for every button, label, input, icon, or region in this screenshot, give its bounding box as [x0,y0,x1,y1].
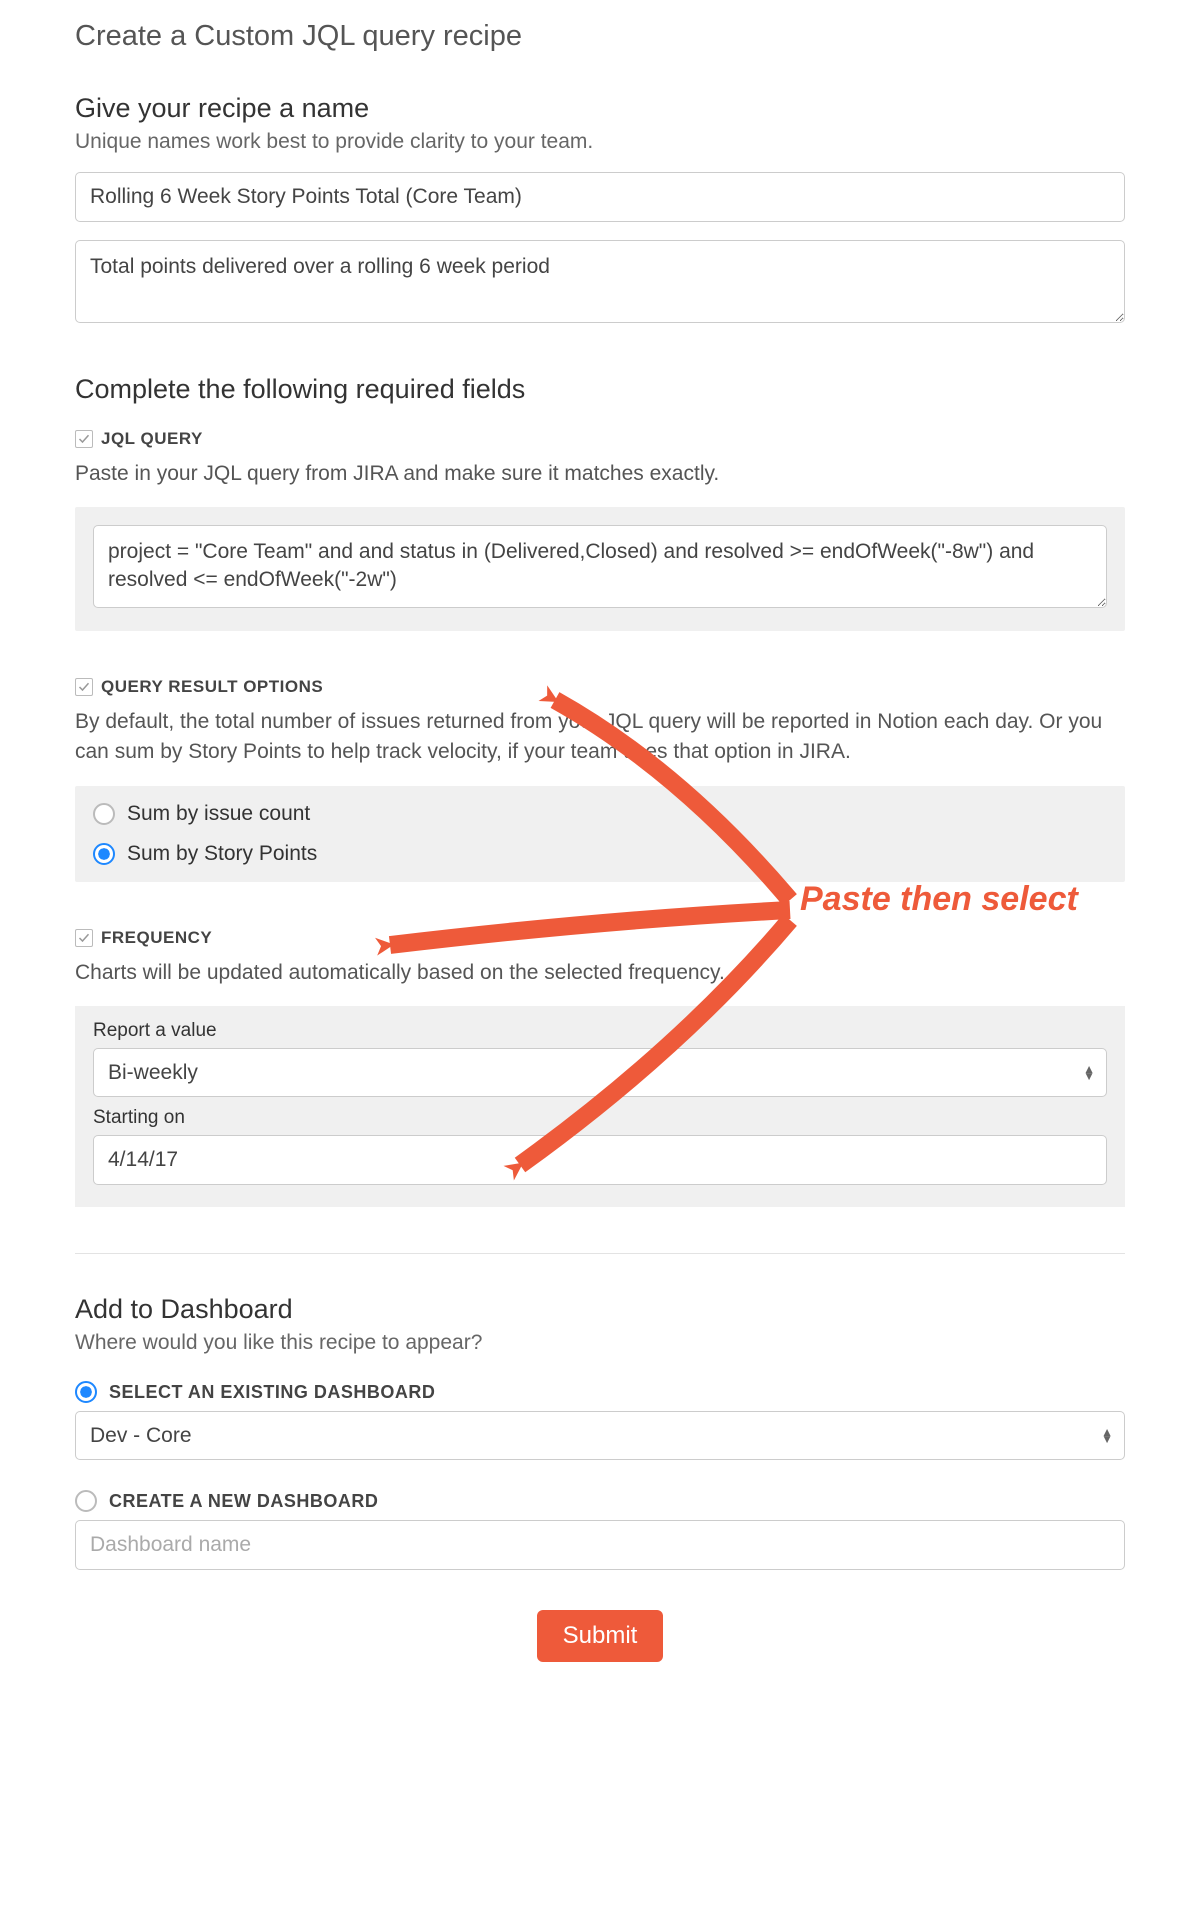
check-icon [75,929,93,947]
frequency-hint: Charts will be updated automatically bas… [75,958,1125,988]
radio-sum-issue-count[interactable]: Sum by issue count [93,794,1107,834]
radio-icon [93,843,115,865]
annotation-label: Paste then select [800,880,1078,919]
radio-label: CREATE A NEW DASHBOARD [109,1491,378,1512]
radio-sum-story-points[interactable]: Sum by Story Points [93,834,1107,874]
check-icon [75,678,93,696]
report-value-label: Report a value [93,1020,1107,1042]
starting-on-label: Starting on [93,1107,1107,1129]
jql-label: JQL QUERY [101,429,203,449]
name-heading: Give your recipe a name [75,93,1125,124]
new-dashboard-name-input[interactable] [75,1520,1125,1570]
required-heading: Complete the following required fields [75,374,1125,405]
radio-icon [75,1490,97,1512]
dashboard-hint: Where would you like this recipe to appe… [75,1331,1125,1355]
frequency-label: FREQUENCY [101,928,212,948]
result-options-hint: By default, the total number of issues r… [75,707,1125,768]
radio-existing-dashboard[interactable]: SELECT AN EXISTING DASHBOARD [75,1373,1125,1411]
recipe-description-input[interactable]: Total points delivered over a rolling 6 … [75,240,1125,323]
radio-icon [75,1381,97,1403]
radio-label: Sum by issue count [127,802,310,826]
dashboard-heading: Add to Dashboard [75,1294,1125,1325]
jql-query-input[interactable]: project = "Core Team" and and status in … [93,525,1107,608]
frequency-select[interactable]: Bi-weekly [93,1048,1107,1097]
check-icon [75,430,93,448]
existing-dashboard-select[interactable]: Dev - Core [75,1411,1125,1460]
jql-hint: Paste in your JQL query from JIRA and ma… [75,459,1125,489]
radio-icon [93,803,115,825]
radio-label: SELECT AN EXISTING DASHBOARD [109,1382,435,1403]
recipe-name-input[interactable] [75,172,1125,222]
result-options-label: QUERY RESULT OPTIONS [101,677,323,697]
divider [75,1253,1125,1254]
starting-date-input[interactable] [93,1135,1107,1185]
radio-label: Sum by Story Points [127,842,317,866]
submit-button[interactable]: Submit [537,1610,664,1662]
radio-new-dashboard[interactable]: CREATE A NEW DASHBOARD [75,1482,1125,1520]
page-title: Create a Custom JQL query recipe [75,20,1125,53]
name-hint: Unique names work best to provide clarit… [75,130,1125,154]
